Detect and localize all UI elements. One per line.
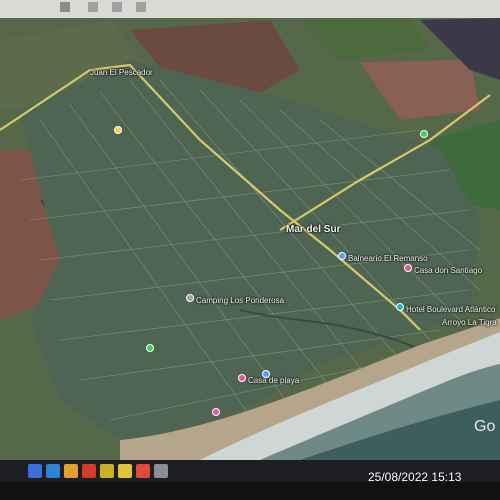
app-icon[interactable]: [154, 464, 168, 478]
marker-pin-icon[interactable]: [186, 294, 194, 302]
place-label-casa-de-playa: Casa de playa: [248, 376, 300, 385]
marker-pin-icon[interactable]: [338, 252, 346, 260]
app-icon[interactable]: [46, 464, 60, 478]
place-label-casa-don-santiago: Casa don Santiago: [414, 266, 483, 275]
map-watermark: Go: [474, 418, 496, 435]
browser-icon[interactable]: [136, 464, 150, 478]
marker-pin-icon[interactable]: [114, 126, 122, 134]
place-label-arroyo-la-tigra: Arroyo La Tigra: [442, 318, 497, 327]
marker-pin-icon[interactable]: [238, 374, 246, 382]
marker-pin-icon[interactable]: [396, 303, 404, 311]
place-label-camping: Camping Los Ponderosa: [196, 296, 285, 305]
marker-pin-icon[interactable]: [404, 264, 412, 272]
app-icon[interactable]: [82, 464, 96, 478]
app-icon[interactable]: [100, 464, 114, 478]
marker-pin-icon[interactable]: [212, 408, 220, 416]
marker-pin-icon[interactable]: [146, 344, 154, 352]
app-icon[interactable]: [118, 464, 132, 478]
place-label-balneario-el-remanso: Balneario El Remanso: [348, 254, 428, 263]
place-label-mar-del-sur: Mar del Sur: [286, 224, 341, 235]
marker-pin-icon[interactable]: [420, 130, 428, 138]
place-label-hotel-boulevard-atlantico: Hotel Boulevard Atlántico: [406, 305, 496, 314]
place-label-juan-el-pescador: Juan El Pescador: [90, 68, 153, 77]
folder-icon[interactable]: [64, 464, 78, 478]
photo-timestamp: 25/08/2022 15:13: [368, 470, 462, 484]
app-icon[interactable]: [28, 464, 42, 478]
marker-pin-icon[interactable]: [262, 370, 270, 378]
satellite-map-photo: [0, 0, 500, 500]
